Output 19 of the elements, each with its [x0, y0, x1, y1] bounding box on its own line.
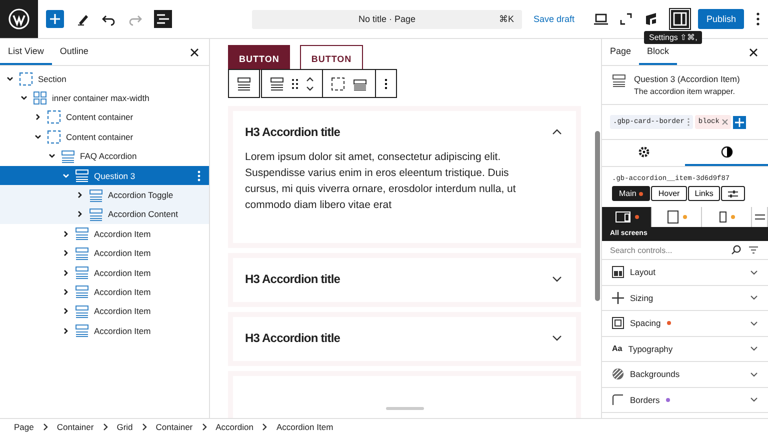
tree-item-label: Content container — [66, 112, 134, 122]
tree-item-label: Accordion Item — [94, 306, 151, 316]
tree-item-label: Accordion Item — [94, 286, 151, 297]
tree-item-label: Accordion Item — [94, 326, 151, 336]
tree-item-label: inner container max-width — [52, 93, 150, 104]
tree-item-label: Section — [38, 74, 66, 84]
tree-item-label: FAQ Accordion — [80, 151, 137, 162]
typography-glyph: Aa — [612, 344, 622, 354]
tree-item-label: Question 3 — [94, 170, 136, 181]
tree-item-label: Accordion Item — [94, 228, 151, 239]
accordion-body-text: Lorem ipsum dolor sit amet, consectetur adipiscing elit. Suspendisse varius enim in eros eleentum tristique. Duis cursus, mi quis viverra ornare, erosdolor interdum nulla, ut commodo diam libero vitae erat — [245, 150, 517, 213]
tree-item-label: Content container — [66, 132, 134, 142]
block-description: The accordion item wrapper. — [634, 87, 736, 96]
tree-item-label: Accordion Item — [94, 248, 151, 258]
block-title: Question 3 (Accordion Item) — [634, 74, 740, 84]
tree-item-label: Accordion Content — [108, 209, 178, 220]
tree-item-label: Accordion Item — [94, 268, 151, 278]
tree-item-label: Accordion Toggle — [108, 190, 174, 200]
settings-tooltip: Settings ⇧⌘, — [644, 31, 702, 44]
